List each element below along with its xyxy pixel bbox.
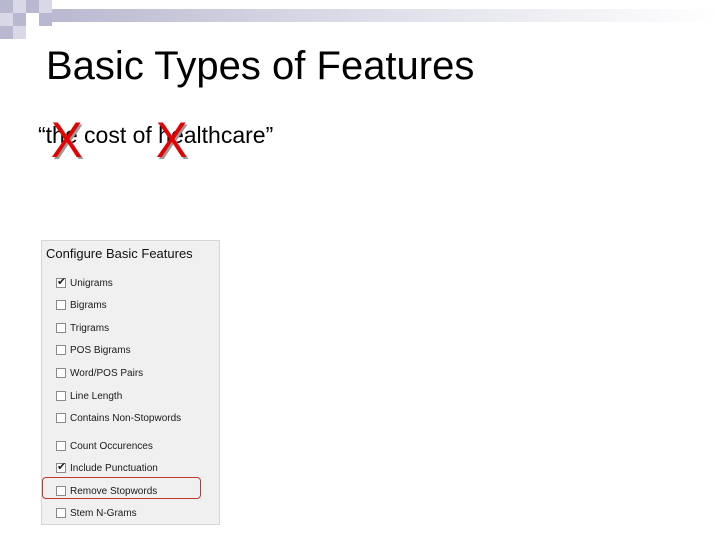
checkmark-icon: ✔ bbox=[57, 276, 67, 288]
feature-option-label: Line Length bbox=[70, 390, 123, 402]
decor-square bbox=[26, 0, 39, 13]
feature-option-label: Include Punctuation bbox=[70, 462, 158, 474]
feature-checkbox[interactable] bbox=[56, 391, 66, 401]
checkmark-icon: ✔ bbox=[57, 461, 67, 473]
feature-option[interactable]: ✔ Include Punctuation bbox=[56, 461, 158, 475]
feature-option-label: POS Bigrams bbox=[70, 344, 131, 356]
feature-option-label: Unigrams bbox=[70, 277, 113, 289]
highlight-box bbox=[42, 477, 201, 499]
decor-square bbox=[0, 13, 13, 26]
decor-square bbox=[0, 26, 13, 39]
feature-option[interactable]: Bigrams bbox=[56, 298, 107, 312]
feature-option[interactable]: Trigrams bbox=[56, 321, 109, 335]
feature-option-label: Word/POS Pairs bbox=[70, 367, 144, 379]
strike-x-icon: X bbox=[50, 112, 83, 168]
strike-x-icon: X bbox=[155, 112, 188, 168]
configure-features-panel: Configure Basic Features ✔ Unigrams Bigram… bbox=[41, 240, 220, 525]
decor-square bbox=[39, 0, 52, 13]
feature-checkbox[interactable]: ✔ bbox=[56, 276, 67, 288]
feature-checkbox[interactable] bbox=[56, 368, 66, 378]
feature-checkbox[interactable] bbox=[56, 508, 66, 518]
feature-option[interactable]: Count Occurences bbox=[56, 439, 153, 453]
feature-checkbox[interactable] bbox=[56, 323, 66, 333]
panel-title: Configure Basic Features bbox=[46, 246, 193, 261]
slide-title: Basic Types of Features bbox=[46, 44, 475, 88]
feature-option-label: Count Occurences bbox=[70, 440, 153, 452]
decor-square bbox=[13, 0, 26, 13]
decor-square bbox=[13, 13, 26, 26]
feature-option[interactable]: Line Length bbox=[56, 389, 122, 403]
feature-option[interactable]: Stem N-Grams bbox=[56, 506, 137, 520]
feature-option[interactable]: POS Bigrams bbox=[56, 343, 131, 357]
feature-option-label: Contains Non-Stopwords bbox=[70, 412, 182, 424]
feature-checkbox[interactable] bbox=[56, 441, 66, 451]
feature-checkbox[interactable]: ✔ bbox=[56, 461, 67, 473]
feature-checkbox[interactable] bbox=[56, 345, 66, 355]
feature-option-label: Stem N-Grams bbox=[70, 507, 137, 519]
feature-option[interactable]: Contains Non-Stopwords bbox=[56, 411, 181, 425]
decor-square bbox=[13, 26, 26, 39]
feature-option-label: Bigrams bbox=[70, 299, 107, 311]
feature-option[interactable]: Word/POS Pairs bbox=[56, 366, 143, 380]
header-gradient-bar bbox=[52, 9, 720, 22]
feature-checkbox[interactable] bbox=[56, 413, 66, 423]
feature-checkbox[interactable] bbox=[56, 300, 66, 310]
feature-option-label: Trigrams bbox=[70, 322, 110, 334]
decor-square bbox=[0, 0, 13, 13]
feature-option[interactable]: ✔ Unigrams bbox=[56, 276, 113, 290]
decor-square bbox=[39, 13, 52, 26]
